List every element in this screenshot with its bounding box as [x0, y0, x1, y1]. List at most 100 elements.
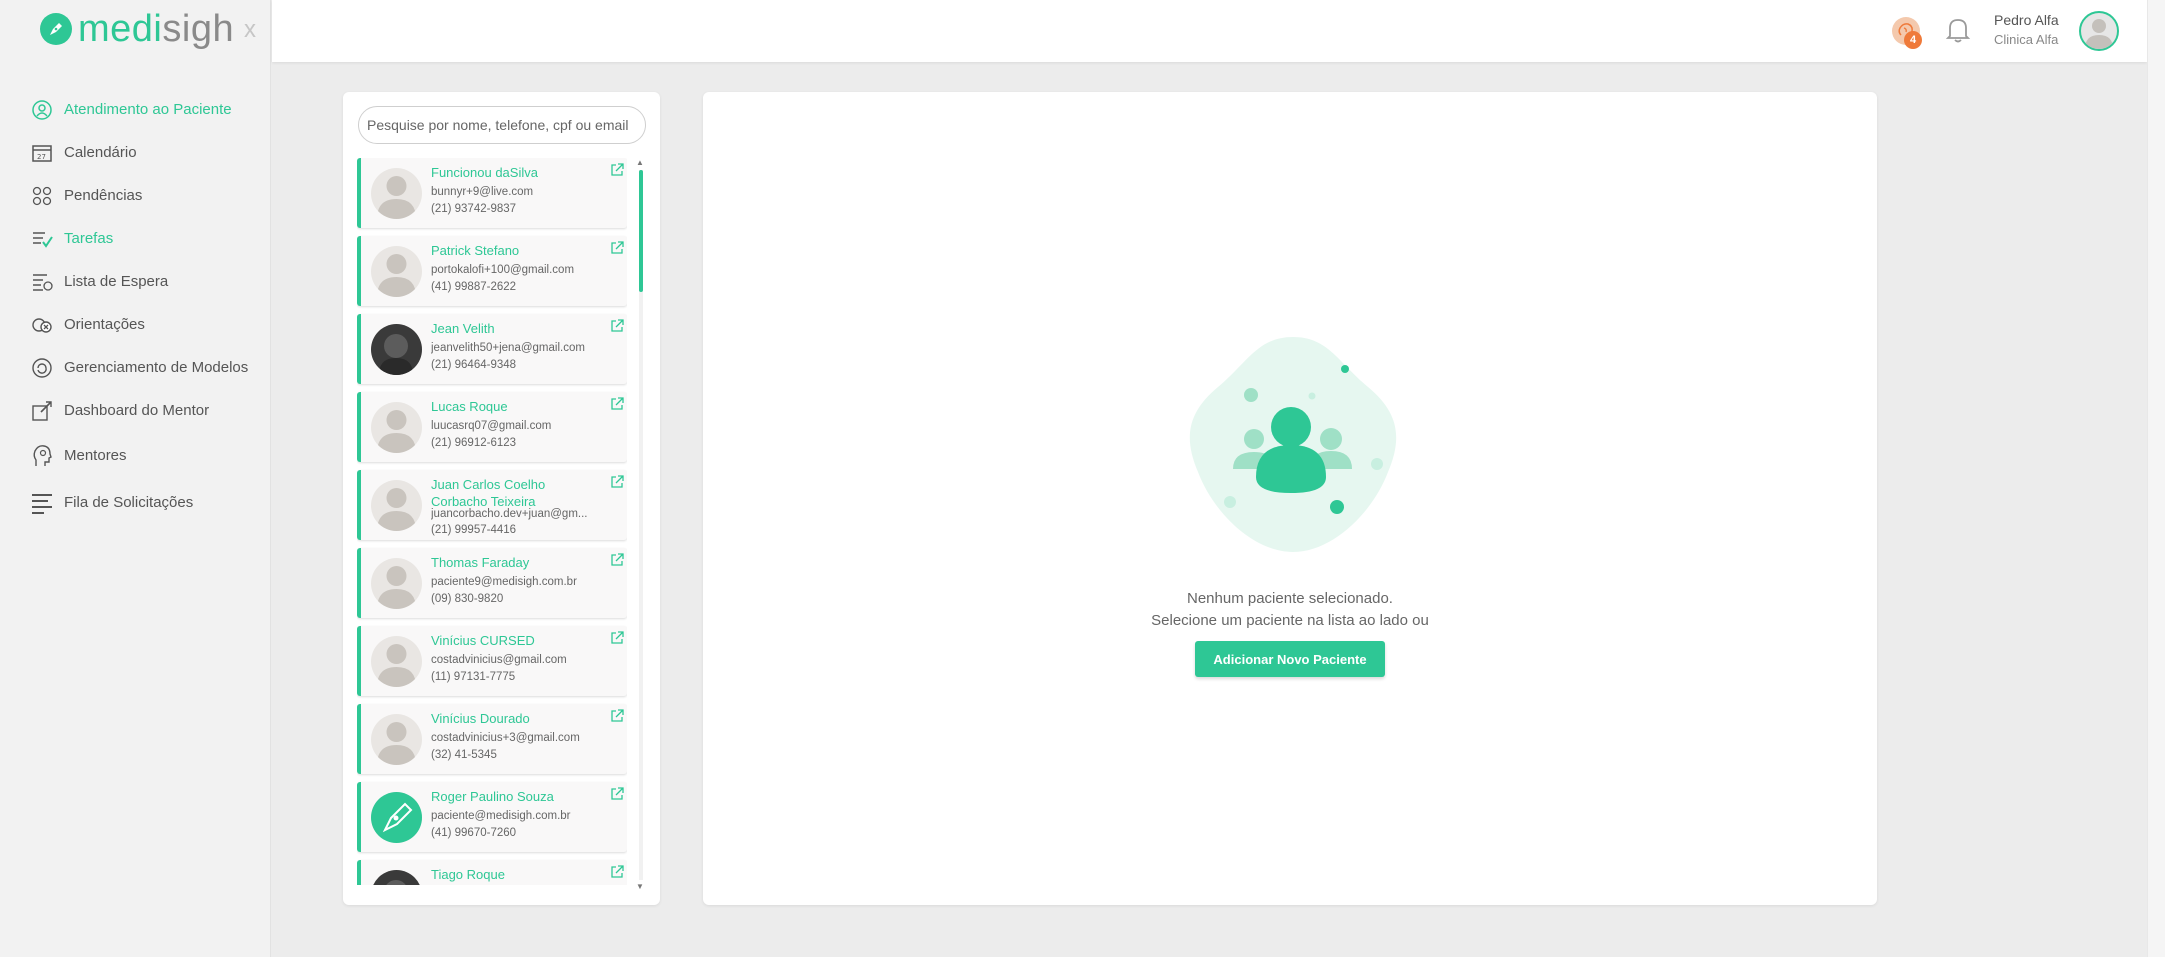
sidebar-item-gerenciamento-modelos[interactable]: Gerenciamento de Modelos — [30, 346, 270, 389]
open-external-icon[interactable] — [610, 475, 624, 489]
patient-list-scrollbar[interactable]: ▲ ▼ — [636, 158, 646, 892]
patient-avatar — [371, 636, 422, 687]
patient-phone: (21) 99957-4416 — [431, 524, 517, 536]
empty-state-subtitle: Selecione um paciente na lista ao lado o… — [1151, 612, 1429, 629]
user-avatar[interactable] — [2079, 11, 2119, 51]
open-external-icon[interactable] — [610, 163, 624, 177]
patient-detail-panel: Nenhum paciente selecionado. Selecione u… — [703, 92, 1877, 905]
user-info[interactable]: Pedro Alfa Clinica Alfa — [1994, 12, 2059, 47]
patient-card[interactable]: Vinícius CURSED costadvinicius@gmail.com (… — [357, 626, 627, 696]
templates-icon — [30, 356, 54, 380]
sidebar-item-label: Mentores — [64, 447, 127, 464]
open-external-icon[interactable] — [610, 787, 624, 801]
patient-card[interactable]: Jean Velith jeanvelith50+jena@gmail.com (2… — [357, 314, 627, 384]
waitlist-icon — [30, 270, 54, 294]
patient-card[interactable]: Thomas Faraday paciente9@medisigh.com.br (… — [357, 548, 627, 618]
patient-email: paciente@medisigh.com.br — [431, 810, 571, 822]
patient-email: bunnyr+9@live.com — [431, 186, 534, 198]
patient-name: Jean Velith — [431, 321, 495, 336]
scrollbar-thumb[interactable] — [639, 170, 643, 292]
sidebar-item-label: Calendário — [64, 144, 137, 161]
sidebar-item-lista-espera[interactable]: Lista de Espera — [30, 260, 270, 303]
dashboard-icon — [30, 399, 54, 423]
patient-name: Funcionou daSilva — [431, 165, 538, 180]
patient-name: Vinícius Dourado — [431, 711, 530, 726]
patient-name: Lucas Roque — [431, 399, 508, 414]
patient-card[interactable]: Tiago Roque — [357, 860, 627, 885]
svg-text:27: 27 — [37, 153, 46, 161]
page-scrollbar[interactable] — [2147, 0, 2165, 957]
sidebar-item-label: Dashboard do Mentor — [64, 402, 210, 419]
open-external-icon[interactable] — [610, 241, 624, 255]
patient-name: Tiago Roque — [431, 867, 505, 882]
patient-card[interactable]: Juan Carlos Coelho Corbacho Teixeira juan… — [357, 470, 627, 540]
patient-email: juancorbacho.dev+juan@gm... — [431, 508, 588, 520]
sidebar-nav: Atendimento ao Paciente 27 Calendário Pe… — [30, 88, 270, 526]
open-external-icon[interactable] — [610, 865, 624, 879]
scroll-down-arrow-icon[interactable]: ▼ — [636, 882, 644, 891]
patient-phone: (21) 93742-9837 — [431, 203, 517, 215]
patient-card[interactable]: Vinícius Dourado costadvinicius+3@gmail.c… — [357, 704, 627, 774]
patient-avatar — [371, 402, 422, 453]
patient-name: Roger Paulino Souza — [431, 789, 554, 804]
sidebar-item-label: Pendências — [64, 187, 143, 204]
sidebar-item-label: Tarefas — [64, 230, 114, 247]
pen-nib-logo-icon — [40, 13, 72, 45]
guidance-icon — [30, 313, 54, 337]
sidebar-item-orientacoes[interactable]: Orientações — [30, 303, 270, 346]
patient-list-panel: Funcionou daSilva bunnyr+9@live.com (21) 9… — [343, 92, 660, 905]
patient-email: jeanvelith50+jena@gmail.com — [431, 342, 585, 354]
queue-icon — [30, 491, 54, 515]
top-header — [272, 0, 2147, 62]
sidebar-item-label: Atendimento ao Paciente — [64, 101, 232, 118]
notification-count-badge: 4 — [1904, 31, 1922, 49]
patient-phone: (21) 96912-6123 — [431, 437, 517, 449]
open-external-icon[interactable] — [610, 397, 624, 411]
sidebar-item-calendario[interactable]: 27 Calendário — [30, 131, 270, 174]
patient-phone: (21) 96464-9348 — [431, 359, 517, 371]
patient-avatar — [371, 246, 422, 297]
patient-card[interactable]: Patrick Stefano portokalofi+100@gmail.com… — [357, 236, 627, 306]
open-external-icon[interactable] — [610, 553, 624, 567]
patient-card[interactable]: Lucas Roque luucasrq07@gmail.com (21) 9691… — [357, 392, 627, 462]
sidebar-item-dashboard-mentor[interactable]: Dashboard do Mentor — [30, 389, 270, 432]
patient-care-icon — [30, 98, 54, 122]
bell-icon[interactable] — [1943, 15, 1973, 45]
patient-name: Patrick Stefano — [431, 243, 520, 258]
open-external-icon[interactable] — [610, 319, 624, 333]
open-external-icon[interactable] — [610, 631, 624, 645]
add-new-patient-button[interactable]: Adicionar Novo Paciente — [1195, 641, 1385, 677]
patient-avatar — [371, 714, 422, 765]
sidebar-item-label: Lista de Espera — [64, 273, 169, 290]
patient-phone: (41) 99887-2622 — [431, 281, 517, 293]
sidebar-item-fila-solicitacoes[interactable]: Fila de Solicitações — [30, 479, 270, 526]
patient-phone: (41) 99670-7260 — [431, 827, 517, 839]
patient-email: costadvinicius+3@gmail.com — [431, 732, 580, 744]
patient-email: costadvinicius@gmail.com — [431, 654, 567, 666]
sidebar-item-pendencias[interactable]: Pendências — [30, 174, 270, 217]
patient-search-input[interactable] — [358, 106, 646, 144]
close-sidebar-button[interactable]: x — [244, 16, 256, 44]
calendar-icon: 27 — [30, 141, 54, 165]
patient-name: Juan Carlos Coelho Corbacho Teixeira — [431, 477, 546, 509]
sidebar-item-tarefas[interactable]: Tarefas — [30, 217, 270, 260]
patient-card[interactable]: Roger Paulino Souza paciente@medisigh.com… — [357, 782, 627, 852]
mentor-icon — [30, 444, 54, 468]
tasks-icon — [30, 227, 54, 251]
patient-email: portokalofi+100@gmail.com — [431, 264, 575, 276]
patient-phone: (32) 41-5345 — [431, 749, 497, 761]
clinic-name: Clinica Alfa — [1994, 32, 2059, 47]
sidebar-item-mentores[interactable]: Mentores — [30, 432, 270, 479]
pending-icon — [30, 184, 54, 208]
sidebar-item-atendimento[interactable]: Atendimento ao Paciente — [30, 88, 270, 131]
open-external-icon[interactable] — [610, 709, 624, 723]
no-patient-illustration — [1189, 337, 1397, 552]
logo-text: medisigh — [78, 8, 235, 50]
patient-avatar — [371, 870, 422, 885]
patient-card[interactable]: Funcionou daSilva bunnyr+9@live.com (21) 9… — [357, 158, 627, 228]
medisigh-logo[interactable]: medisigh — [40, 10, 234, 48]
scroll-up-arrow-icon[interactable]: ▲ — [636, 158, 644, 167]
sidebar-item-label: Gerenciamento de Modelos — [64, 359, 249, 376]
patient-avatar — [371, 168, 422, 219]
patient-avatar — [371, 324, 422, 375]
